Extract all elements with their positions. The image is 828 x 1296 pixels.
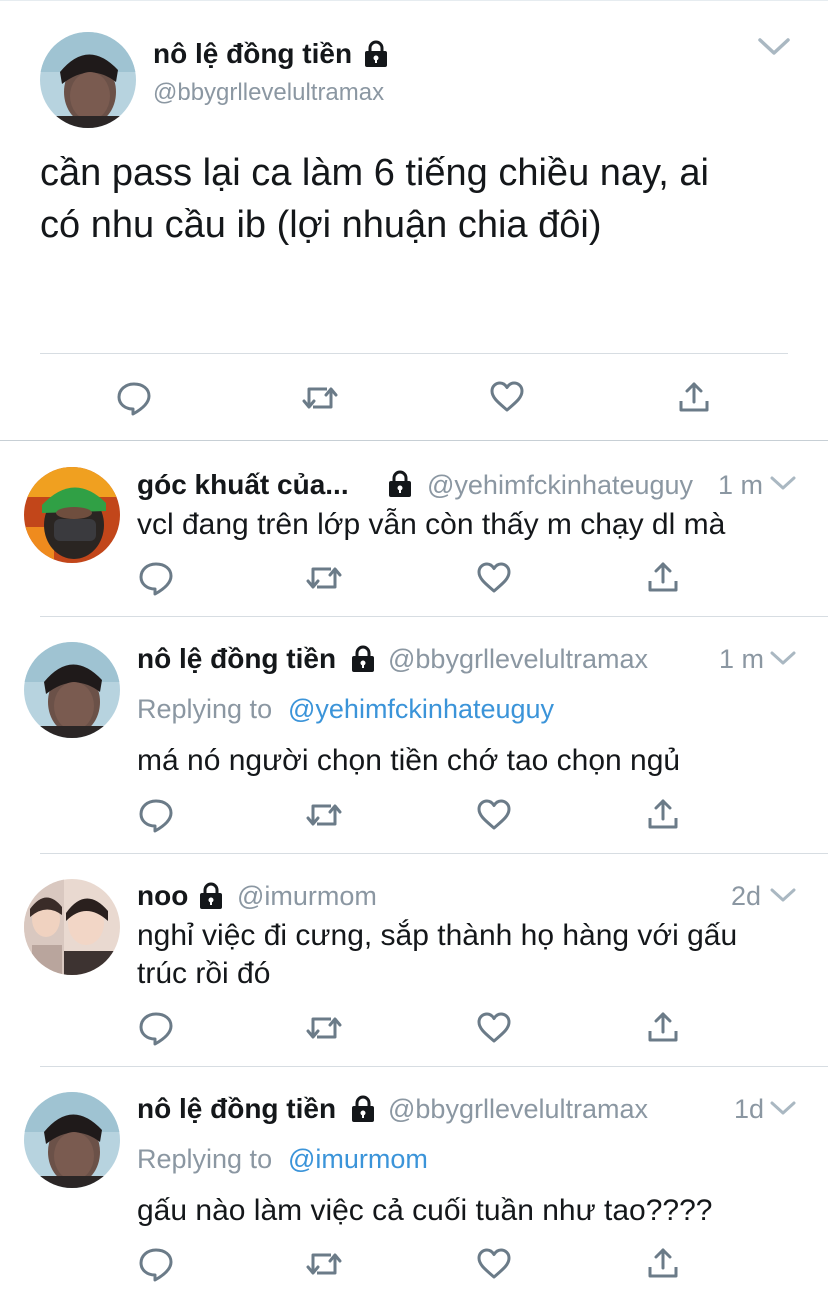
lock-icon [198,882,224,910]
replying-to-label: Replying to [137,1144,273,1174]
reply-icon[interactable] [138,797,174,833]
author-handle[interactable]: @bbygrllevelultramax [388,642,648,676]
timestamp[interactable]: 1d [734,1092,764,1126]
author-handle[interactable]: @bbygrllevelultramax [388,1092,648,1126]
reply-icon[interactable] [138,1010,174,1046]
retweet-icon[interactable] [305,1011,343,1045]
avatar[interactable] [24,1092,120,1188]
section-divider [0,440,828,441]
avatar[interactable] [24,642,120,738]
tweet-text-line: trúc rồi đó [137,957,271,990]
tweet-text-line: má nó người chọn tiền chớ tao chọn ngủ [137,744,681,777]
lock-icon [350,645,376,673]
chevron-down-icon[interactable] [769,475,797,493]
chevron-down-icon[interactable] [769,1100,797,1118]
replying-to-link[interactable]: @imurmom [288,1142,428,1176]
chevron-down-icon[interactable] [769,650,797,668]
share-icon[interactable] [647,1010,679,1044]
share-icon[interactable] [678,380,710,414]
reply-icon[interactable] [138,1246,174,1282]
chevron-down-icon[interactable] [769,887,797,905]
timestamp[interactable]: 1 m [718,468,763,502]
tweet-text-line: gấu nào làm việc cả cuối tuần như tao???… [137,1194,713,1227]
avatar[interactable] [24,879,120,975]
replying-to-label: Replying to [137,694,273,724]
chevron-down-icon[interactable] [757,36,791,58]
tweet-text-line-1: cần pass lại ca làm 6 tiếng chiều nay, a… [40,152,709,194]
share-icon[interactable] [647,797,679,831]
retweet-icon[interactable] [305,561,343,595]
share-icon[interactable] [647,1246,679,1280]
tweet-text-line: nghỉ việc đi cưng, sắp thành họ hàng với… [137,919,738,952]
tweet-text-line-2: có nhu cầu ib (lợi nhuận chia đôi) [40,204,602,246]
lock-icon [387,470,413,498]
reply-divider [40,1066,828,1067]
timestamp[interactable]: 1 m [719,642,764,676]
author-handle[interactable]: @bbygrllevelultramax [153,78,384,108]
heart-icon[interactable] [476,799,512,831]
replying-to-link[interactable]: @yehimfckinhateuguy [288,692,554,726]
author-name[interactable]: nô lệ đồng tiền [153,37,352,71]
reply-icon[interactable] [116,380,152,416]
author-name[interactable]: nô lệ đồng tiền [137,642,336,676]
retweet-icon[interactable] [305,798,343,832]
avatar[interactable] [40,32,136,128]
tweet-text-line: vcl đang trên lớp vẫn còn thấy m chạy dl… [137,508,726,541]
author-name[interactable]: noo [137,879,188,913]
reply-divider [40,616,828,617]
lock-icon [350,1095,376,1123]
share-icon[interactable] [647,560,679,594]
reply-divider [40,853,828,854]
retweet-icon[interactable] [305,1247,343,1281]
author-name[interactable]: góc khuất của... [137,468,349,502]
top-divider [0,0,828,1]
heart-icon[interactable] [476,562,512,594]
author-handle[interactable]: @yehimfckinhateuguy [427,468,693,502]
author-handle[interactable]: @imurmom [237,879,377,913]
retweet-icon[interactable] [301,381,339,415]
avatar[interactable] [24,467,120,563]
lock-icon [363,40,389,68]
author-name[interactable]: nô lệ đồng tiền [137,1092,336,1126]
timestamp[interactable]: 2d [731,879,761,913]
heart-icon[interactable] [476,1248,512,1280]
heart-icon[interactable] [476,1012,512,1044]
tweet-divider [40,353,788,354]
heart-icon[interactable] [489,381,525,413]
reply-icon[interactable] [138,560,174,596]
